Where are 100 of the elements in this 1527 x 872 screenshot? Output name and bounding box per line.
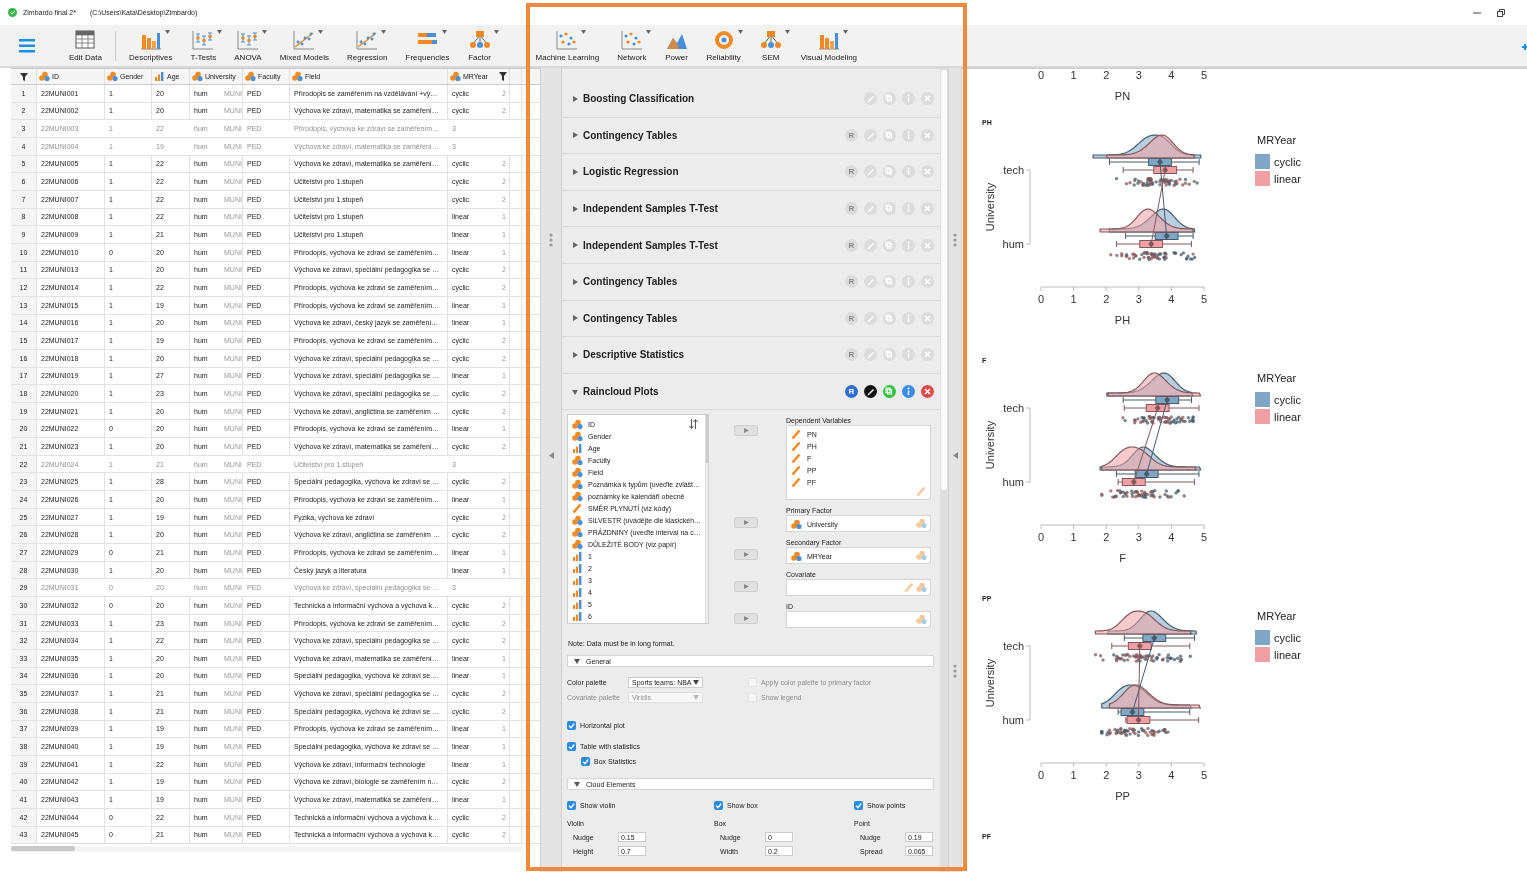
expand-toggle[interactable] <box>572 95 578 102</box>
info-button[interactable] <box>902 128 915 142</box>
assign-button[interactable] <box>734 613 758 625</box>
nominal-variable-icon <box>791 550 802 562</box>
ordinal-variable-icon <box>572 442 583 454</box>
nominal-variable-icon <box>791 518 802 530</box>
collapse-arrow-icon[interactable] <box>548 452 554 459</box>
filter-icon[interactable] <box>499 72 507 81</box>
ribbon-button[interactable]: Regression <box>338 27 397 64</box>
ribbon-button[interactable]: Descriptives <box>119 27 182 64</box>
nominal-variable-icon <box>572 514 583 526</box>
ribbon-button[interactable]: Power <box>655 27 698 64</box>
ribbon-button[interactable]: Frequencies <box>396 27 459 64</box>
tick-label: 5 <box>1200 69 1208 81</box>
duplicate-button[interactable] <box>883 92 896 106</box>
analysis-title[interactable]: Descriptive Statistics <box>583 349 685 361</box>
duplicate-button[interactable] <box>883 348 896 362</box>
ribbon-button[interactable]: Machine Learning <box>526 27 609 64</box>
variable-box[interactable] <box>786 611 931 629</box>
expand-toggle[interactable] <box>572 205 578 212</box>
analysis-title[interactable]: Raincloud Plots <box>583 386 659 398</box>
category-label: tech <box>1003 402 1024 414</box>
expand-toggle[interactable] <box>572 169 578 175</box>
checkmark-icon <box>854 801 863 811</box>
duplicate-button[interactable] <box>883 128 896 142</box>
scatter-plot-icon <box>355 29 380 50</box>
assign-button[interactable] <box>734 517 758 529</box>
category-label: hum <box>1002 476 1024 488</box>
edit-button[interactable] <box>864 385 877 399</box>
tick-label: 4 <box>1168 69 1175 81</box>
scrollbar-thumb[interactable] <box>941 70 947 490</box>
filter-icon[interactable] <box>19 72 28 81</box>
caret-right-icon <box>743 428 749 434</box>
scrollbar-thumb[interactable] <box>706 415 708 464</box>
drag-handle-icon[interactable] <box>953 664 957 678</box>
analysis-title[interactable]: Contingency Tables <box>583 312 678 324</box>
checkbox[interactable] <box>581 757 590 767</box>
duplicate-button[interactable] <box>883 311 896 325</box>
analysis-title[interactable]: Contingency Tables <box>583 276 678 288</box>
ribbon-button[interactable]: Visual Modeling <box>791 27 867 64</box>
analysis-title[interactable]: Contingency Tables <box>583 129 678 141</box>
legend-label: cyclic <box>1274 155 1301 168</box>
ribbon-button[interactable]: SEM <box>749 27 792 64</box>
checkbox[interactable] <box>567 721 576 731</box>
collapse-arrow-icon[interactable] <box>952 452 958 459</box>
checkbox[interactable] <box>714 801 723 811</box>
ribbon-button[interactable]: Network <box>608 27 656 64</box>
assign-button[interactable] <box>734 425 758 437</box>
checkbox[interactable] <box>567 801 576 811</box>
ribbon-button[interactable]: T-Tests <box>181 27 226 64</box>
restore-icon[interactable] <box>1497 8 1505 17</box>
caret-right-icon <box>743 584 749 590</box>
scale-variable-icon <box>791 428 802 440</box>
ribbon-button[interactable]: ANOVA <box>225 27 271 64</box>
scrollbar-thumb[interactable] <box>11 846 75 852</box>
ribbon-button[interactable]: Factor <box>458 27 501 64</box>
ribbon-button[interactable]: Reliability <box>697 27 750 64</box>
caret-right-icon <box>572 132 578 139</box>
ribbon-button[interactable]: Edit Data <box>60 27 111 64</box>
legend-label: cyclic <box>1274 393 1301 406</box>
expand-toggle[interactable] <box>572 132 578 139</box>
info-button[interactable] <box>902 385 915 399</box>
plus-icon[interactable] <box>1522 42 1527 52</box>
duplicate-button[interactable] <box>883 385 896 399</box>
info-button[interactable] <box>902 238 915 252</box>
tick-label: 5 <box>1200 769 1208 781</box>
info-button[interactable] <box>902 348 915 362</box>
analysis-title[interactable]: Independent Samples T-Test <box>583 239 718 251</box>
expand-toggle[interactable] <box>572 278 578 285</box>
expand-toggle[interactable] <box>572 388 578 395</box>
info-button[interactable] <box>902 92 915 106</box>
info-button[interactable] <box>902 311 915 325</box>
analysis-title[interactable]: Boosting Classification <box>583 93 695 105</box>
checkbox[interactable] <box>854 801 863 811</box>
tick-label: 1 <box>1070 531 1077 543</box>
duplicate-button[interactable] <box>883 202 896 216</box>
expand-toggle[interactable] <box>572 242 578 249</box>
drag-handle-icon[interactable] <box>549 233 553 247</box>
variable-box[interactable] <box>786 579 931 597</box>
duplicate-button[interactable] <box>883 275 896 289</box>
sort-icon[interactable] <box>689 419 698 430</box>
drag-handle-icon[interactable] <box>953 233 957 247</box>
legend-title: MRYear <box>1257 372 1298 384</box>
tick-label: 1 <box>1070 769 1077 781</box>
assign-button[interactable] <box>734 581 758 593</box>
caret-down-icon <box>574 658 580 664</box>
duplicate-button[interactable] <box>883 165 896 179</box>
r-code-button[interactable]: R <box>845 385 858 399</box>
ribbon-button[interactable]: Mixed Models <box>270 27 339 64</box>
expand-toggle[interactable] <box>572 315 578 322</box>
info-button[interactable] <box>902 165 915 179</box>
assign-button[interactable] <box>734 549 758 561</box>
analysis-title[interactable]: Logistic Regression <box>583 166 679 178</box>
expand-toggle[interactable] <box>572 351 578 358</box>
analysis-title[interactable]: Independent Samples T-Test <box>583 203 718 215</box>
info-button[interactable] <box>902 202 915 216</box>
checkbox[interactable] <box>567 742 576 752</box>
info-button[interactable] <box>902 275 915 289</box>
close-button[interactable] <box>921 385 934 399</box>
duplicate-button[interactable] <box>883 238 896 252</box>
